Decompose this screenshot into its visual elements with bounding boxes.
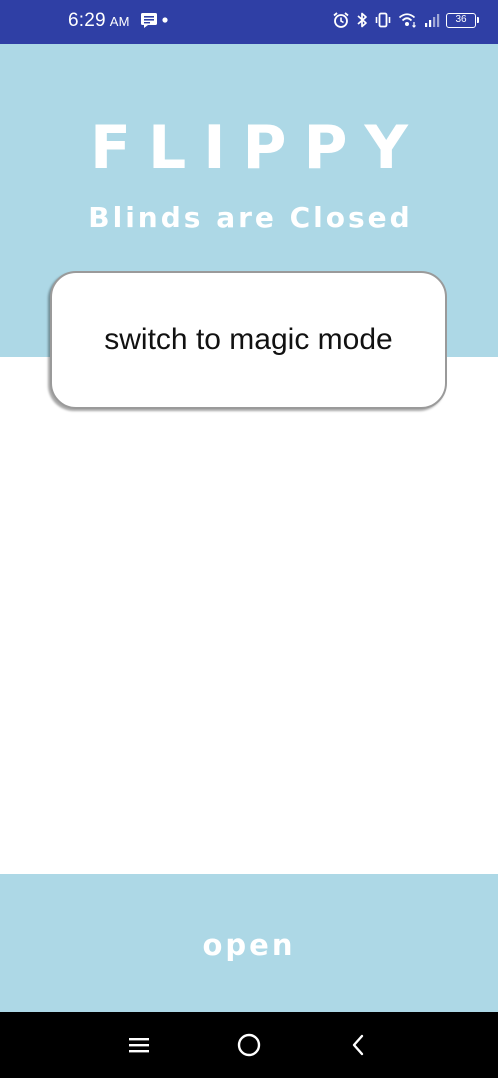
footer-panel: open <box>0 874 498 1012</box>
alarm-icon <box>332 11 350 29</box>
status-time-value: 6:29 <box>68 10 106 31</box>
home-icon[interactable] <box>234 1030 264 1060</box>
back-icon[interactable] <box>344 1030 374 1060</box>
status-left-icons <box>140 12 168 28</box>
bluetooth-icon <box>356 11 368 29</box>
battery-icon: 36 <box>446 12 479 28</box>
signal-icon <box>424 12 440 28</box>
status-time-ampm: AM <box>109 14 130 29</box>
status-time: 6:29 AM <box>68 10 130 32</box>
app-title: FLIPPY <box>90 113 425 183</box>
status-right-icons: 36 <box>332 11 479 29</box>
switch-mode-button[interactable]: switch to magic mode <box>50 271 447 409</box>
vibrate-icon <box>374 11 392 29</box>
navigation-bar <box>0 1012 498 1078</box>
dot-icon <box>162 17 168 23</box>
wifi-icon <box>398 11 418 29</box>
switch-mode-label: switch to magic mode <box>104 323 393 356</box>
status-bar: 6:29 AM 36 <box>0 0 498 44</box>
notification-icon <box>140 12 158 28</box>
blinds-status-text: Blinds are Closed <box>88 201 413 234</box>
menu-icon[interactable] <box>124 1030 154 1060</box>
open-blinds-button[interactable]: open <box>183 920 316 970</box>
